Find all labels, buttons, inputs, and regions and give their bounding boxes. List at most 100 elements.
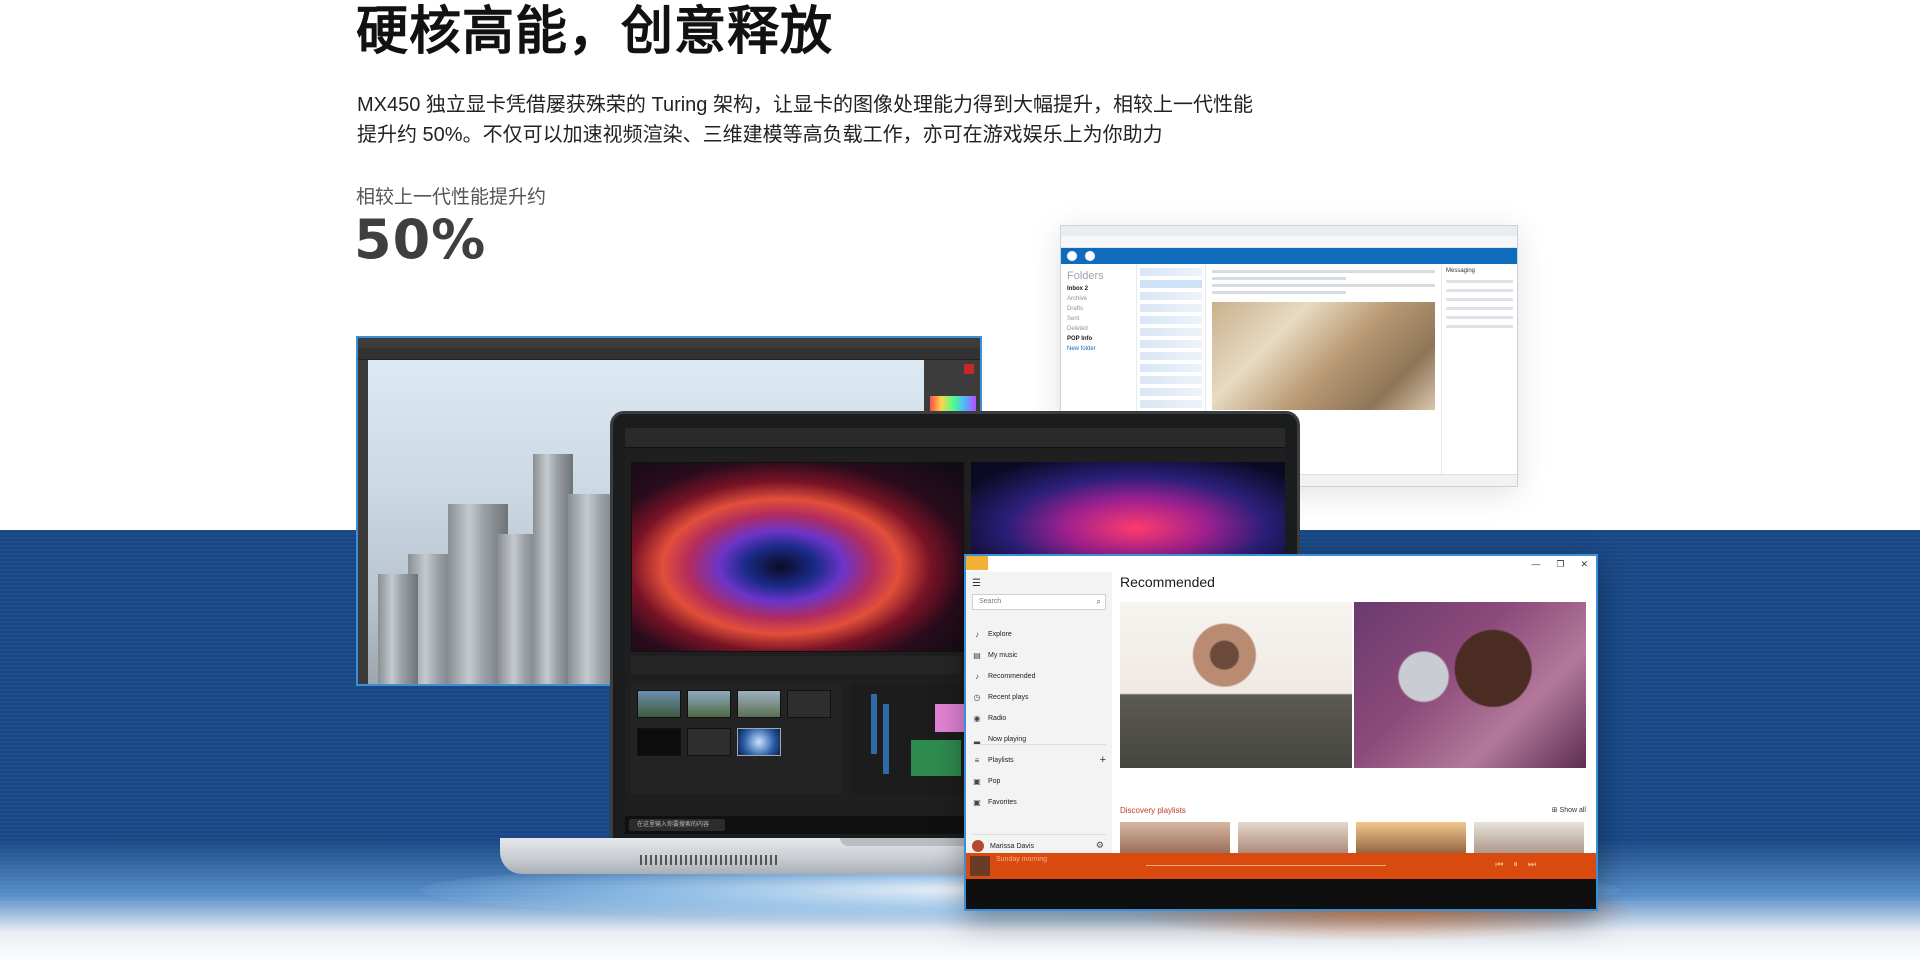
recommended-photo-2	[1354, 602, 1586, 768]
discovery-playlists-heading: Discovery playlists	[1120, 806, 1186, 815]
audio-waveform-clip	[911, 740, 961, 776]
folder-item: POP Info	[1067, 336, 1093, 342]
outlook-logo-icon	[1067, 251, 1077, 261]
sidebar-item-favorites: ▣ Favorites	[972, 794, 1017, 810]
messaging-heading: Messaging	[1446, 268, 1476, 274]
outlook-toolbar	[1061, 248, 1517, 264]
stat-value: 50%	[354, 208, 487, 271]
folder-list: Inbox 2 Archive Drafts Sent Deleted POP Info N…	[1067, 286, 1130, 352]
outlook-titlebar	[1061, 226, 1517, 236]
design-app-menubar	[358, 338, 980, 348]
search-icon: ⌕	[1096, 597, 1101, 606]
music-app-window-screenshot: — ❐ ✕ ☰ Search ⌕ ♪ Explore ▤ My music ♪ Recom…	[964, 554, 1598, 911]
playback-controls	[631, 656, 961, 674]
folder-item: Deleted	[1067, 326, 1088, 332]
page-title: 硬核高能，创意释放	[356, 3, 834, 61]
music-app-logo-icon	[966, 556, 988, 570]
show-all-link: ⊞ Show all	[1551, 807, 1586, 814]
music-app-bottom-strip	[966, 879, 1596, 909]
design-app-control-bar	[358, 348, 980, 360]
sidebar-item-label: Recommended	[988, 672, 1036, 680]
now-playing-bar: Sunday morning ⏮⏸⏭	[966, 853, 1596, 879]
sidebar-item-label: Explore	[988, 630, 1012, 638]
message-row	[1140, 340, 1202, 348]
sidebar-item-radio: ◉ Radio	[972, 710, 1007, 726]
user-profile: Marissa Davis	[972, 838, 1034, 854]
video-preview-monitor	[631, 462, 964, 652]
user-name: Marissa Davis	[990, 842, 1034, 850]
folders-heading: Folders	[1067, 270, 1104, 282]
message-row	[1140, 304, 1202, 312]
color-swatch	[964, 364, 974, 374]
timeline-clip	[935, 704, 965, 732]
laptop-vent	[640, 855, 780, 865]
close-icon: ✕	[1580, 558, 1588, 569]
message-row	[1140, 376, 1202, 384]
description-line-2: 提升约 50%。不仅可以加速视频渲染、三维建模等高负载工作，亦可在游戏娱乐上为你…	[357, 124, 1163, 146]
message-row	[1140, 388, 1202, 396]
playback-controls-icon: ⏮⏸⏭	[1495, 859, 1546, 869]
folder-item: Inbox 2	[1067, 286, 1089, 292]
music-app-main: Recommended Discovery playlists ⊞ Show a…	[1112, 572, 1596, 862]
recommended-heading: Recommended	[1120, 574, 1215, 590]
seek-bar	[1146, 865, 1386, 866]
folder-item: Drafts	[1067, 306, 1084, 312]
sidebar-item-recommended: ♪ Recommended	[972, 668, 1035, 684]
outlook-address-bar	[1061, 236, 1517, 248]
message-row	[1140, 316, 1202, 324]
message-row	[1140, 268, 1202, 276]
message-row	[1140, 328, 1202, 336]
folder-item: New folder	[1067, 346, 1096, 352]
message-row	[1140, 352, 1202, 360]
feature-description: MX450 独立显卡凭借屡获殊荣的 Turing 架构，让显卡的图像处理能力得到…	[357, 90, 1317, 150]
sidebar-item-label: Favorites	[988, 798, 1017, 806]
media-thumbnail	[687, 690, 731, 718]
album-art	[970, 856, 990, 876]
timeline-panel	[851, 684, 963, 794]
sidebar-item-label: Playlists	[988, 756, 1014, 764]
sidebar-item-my-music: ▤ My music	[972, 647, 1017, 663]
audio-thumbnail	[787, 690, 831, 718]
media-thumbnail-selected	[737, 728, 781, 756]
music-app-titlebar: — ❐ ✕	[966, 556, 1596, 572]
now-playing-title: Sunday morning	[996, 856, 1047, 863]
message-row	[1140, 400, 1202, 408]
sidebar-item-recent-plays: ◷ Recent plays	[972, 689, 1029, 705]
outlook-messaging-pane: Messaging	[1441, 264, 1517, 486]
media-bin	[631, 684, 841, 794]
headphones-icon: ♪	[975, 629, 979, 639]
folder-item: Archive	[1067, 296, 1088, 302]
sidebar-item-pop: ▣ Pop	[972, 773, 1000, 789]
audio-thumbnail	[687, 728, 731, 756]
sidebar-item-playlists: ≡ Playlists	[972, 752, 1014, 768]
email-attachment-photo	[1212, 302, 1435, 410]
message-row	[1140, 364, 1202, 372]
headphones-icon: ♪	[975, 671, 979, 681]
design-app-toolbar	[358, 360, 368, 684]
sidebar-item-label: Radio	[988, 714, 1007, 722]
music-app-sidebar: ☰ Search ⌕ ♪ Explore ▤ My music ♪ Recommended…	[966, 572, 1112, 853]
taskbar-search: 在这里输入你要搜索的内容	[629, 819, 725, 831]
sidebar-item-label: Recent plays	[988, 693, 1029, 701]
sidebar-item-explore: ♪ Explore	[972, 626, 1012, 642]
message-row	[1140, 280, 1202, 288]
message-row	[1140, 292, 1202, 300]
video-editor-menubar	[625, 428, 1285, 448]
color-picker-spectrum	[930, 396, 976, 412]
playlist-item-icon: ▣	[973, 797, 981, 807]
media-thumbnail	[637, 690, 681, 718]
clock-icon: ◷	[973, 692, 981, 702]
minimize-icon: —	[1531, 559, 1541, 569]
restore-icon: ❐	[1556, 558, 1565, 569]
hamburger-menu-icon: ☰	[972, 578, 981, 589]
sidebar-item-label: Now playing	[988, 735, 1027, 743]
gear-icon: ⚙	[1095, 840, 1104, 850]
playlist-item-icon: ▣	[973, 776, 981, 786]
folder-item: Sent	[1067, 316, 1080, 322]
sidebar-item-label: Pop	[988, 777, 1001, 785]
stat-label: 相较上一代性能提升约	[356, 187, 547, 208]
new-mail-icon	[1085, 251, 1095, 261]
add-playlist-icon: +	[1099, 754, 1106, 766]
equalizer-icon: ▂	[973, 734, 981, 744]
avatar	[972, 840, 984, 852]
